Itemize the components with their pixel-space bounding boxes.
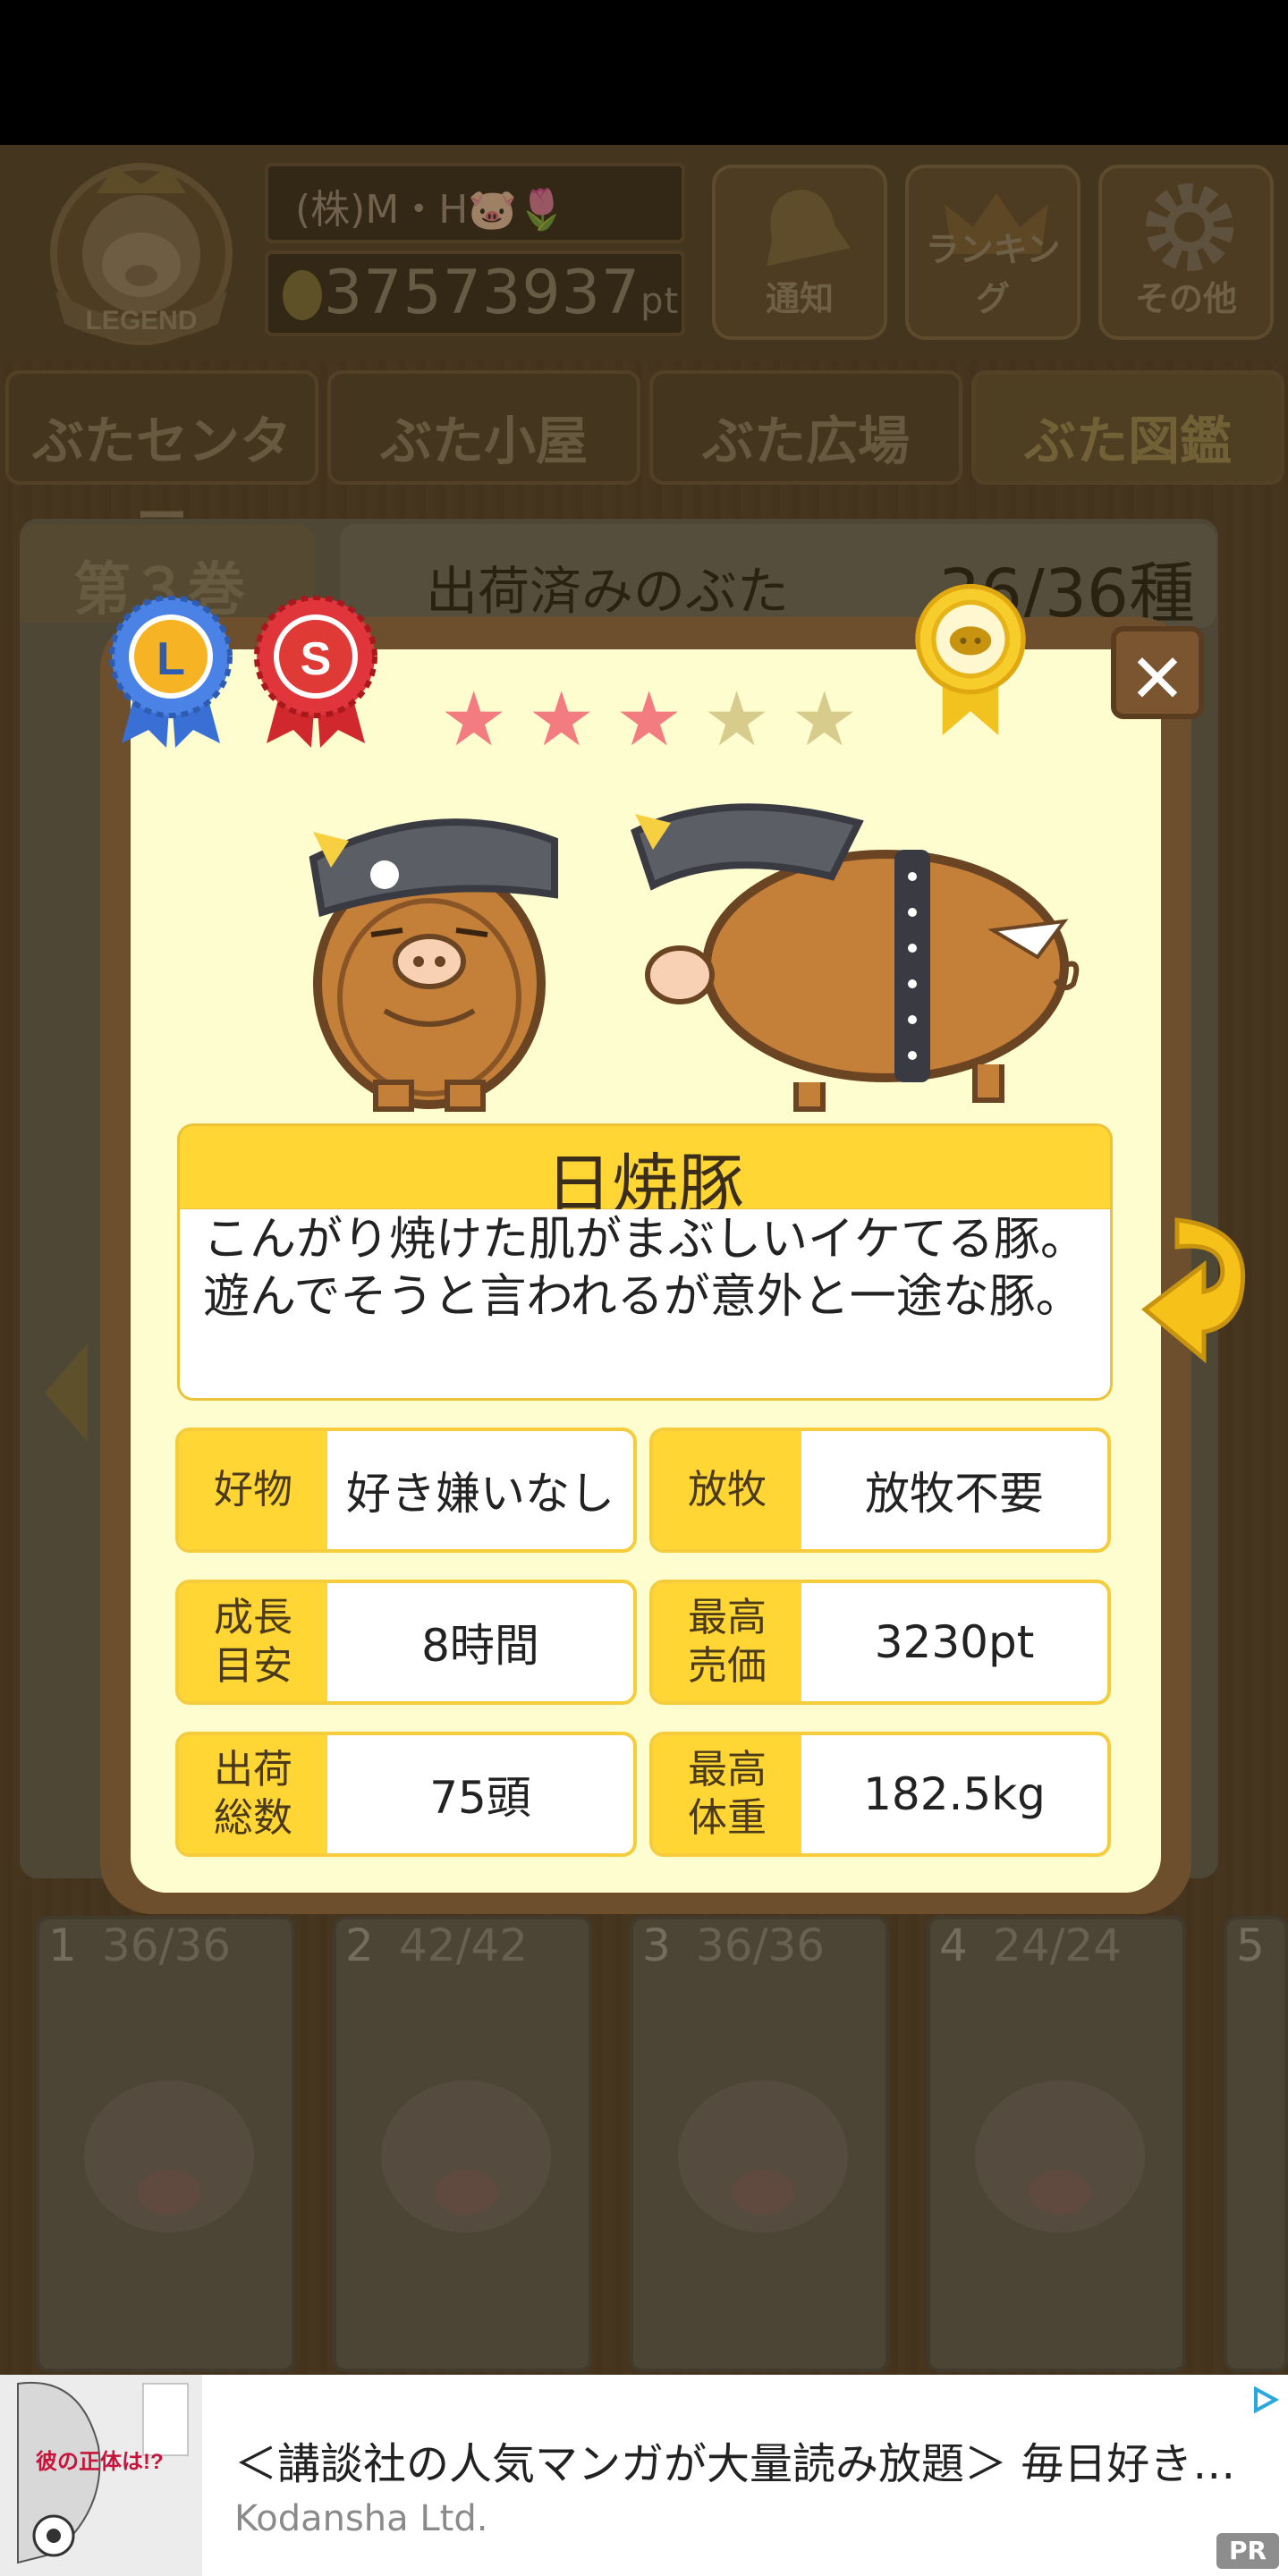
close-button[interactable]: ✕ (1111, 626, 1204, 719)
stat-value: 182.5kg (863, 1768, 1046, 1820)
status-bar (0, 0, 1288, 145)
ad-choices-icon[interactable] (1249, 2384, 1281, 2416)
star-empty-icon: ★ (791, 675, 859, 763)
stat-value: 3230pt (874, 1616, 1035, 1668)
stat-key: 放牧 (653, 1431, 801, 1549)
pig-front-illustration (309, 818, 558, 1112)
ad-title[interactable]: ＜講談社の人気マンガが大量読み放題＞ 毎日好き… (234, 2428, 1235, 2491)
star-empty-icon: ★ (703, 675, 771, 763)
pig-description-box: こんがり焼けた肌がまぶしいイケてる豚。遊んでそうと言われるが意外と一途な豚。 (177, 1209, 1113, 1401)
stat-total-shipped: 出荷 総数 75頭 (175, 1732, 637, 1857)
stat-growth-time: 成長 目安 8時間 (175, 1580, 637, 1705)
ribbon-s-icon: S (254, 596, 377, 748)
stat-value: 75頭 (429, 1772, 531, 1824)
stat-key: 好物 (179, 1431, 327, 1549)
svg-text:彼の正体は!?: 彼の正体は!? (36, 2450, 164, 2474)
svg-text:L: L (157, 633, 185, 685)
ad-pr-badge: PR (1216, 2533, 1279, 2569)
stat-value: 放牧不要 (865, 1468, 1044, 1520)
stat-max-weight: 最高 体重 182.5kg (649, 1732, 1111, 1857)
next-page-arrow-icon[interactable] (1141, 1211, 1258, 1363)
ad-advertiser: Kodansha Ltd. (234, 2498, 488, 2539)
ad-banner[interactable]: 彼の正体は!? ＜講談社の人気マンガが大量読み放題＞ 毎日好き… Kodansh… (0, 2375, 1288, 2576)
stat-favorite-food: 好物 好き嫌いなし (175, 1428, 637, 1553)
close-icon: ✕ (1129, 639, 1186, 718)
stat-key: 成長 目安 (179, 1583, 327, 1701)
svg-text:S: S (301, 633, 332, 685)
stat-key: 最高 体重 (653, 1735, 801, 1853)
stat-key: 最高 売価 (653, 1583, 801, 1701)
ribbon-l-icon: L (109, 596, 233, 748)
gold-medal-icon (915, 583, 1026, 735)
star-filled-icon: ★ (528, 675, 596, 763)
pig-name-bar: 日焼豚 (177, 1123, 1113, 1224)
stat-value: 8時間 (421, 1620, 539, 1672)
pig-description: こんがり焼けた肌がまぶしいイケてる豚。遊んでそうと言われるが意外と一途な豚。 (203, 1213, 1088, 1324)
stat-value: 好き嫌いなし (346, 1468, 614, 1520)
ad-thumbnail[interactable]: 彼の正体は!? (0, 2375, 202, 2576)
stat-max-price: 最高 売価 3230pt (649, 1580, 1111, 1705)
stat-grazing: 放牧 放牧不要 (649, 1428, 1111, 1553)
pig-side-illustration (631, 803, 1080, 1112)
star-filled-icon: ★ (615, 675, 683, 763)
star-filled-icon: ★ (440, 675, 508, 763)
stat-key: 出荷 総数 (179, 1735, 327, 1853)
manga-thumbnail-icon: 彼の正体は!? (0, 2375, 202, 2576)
